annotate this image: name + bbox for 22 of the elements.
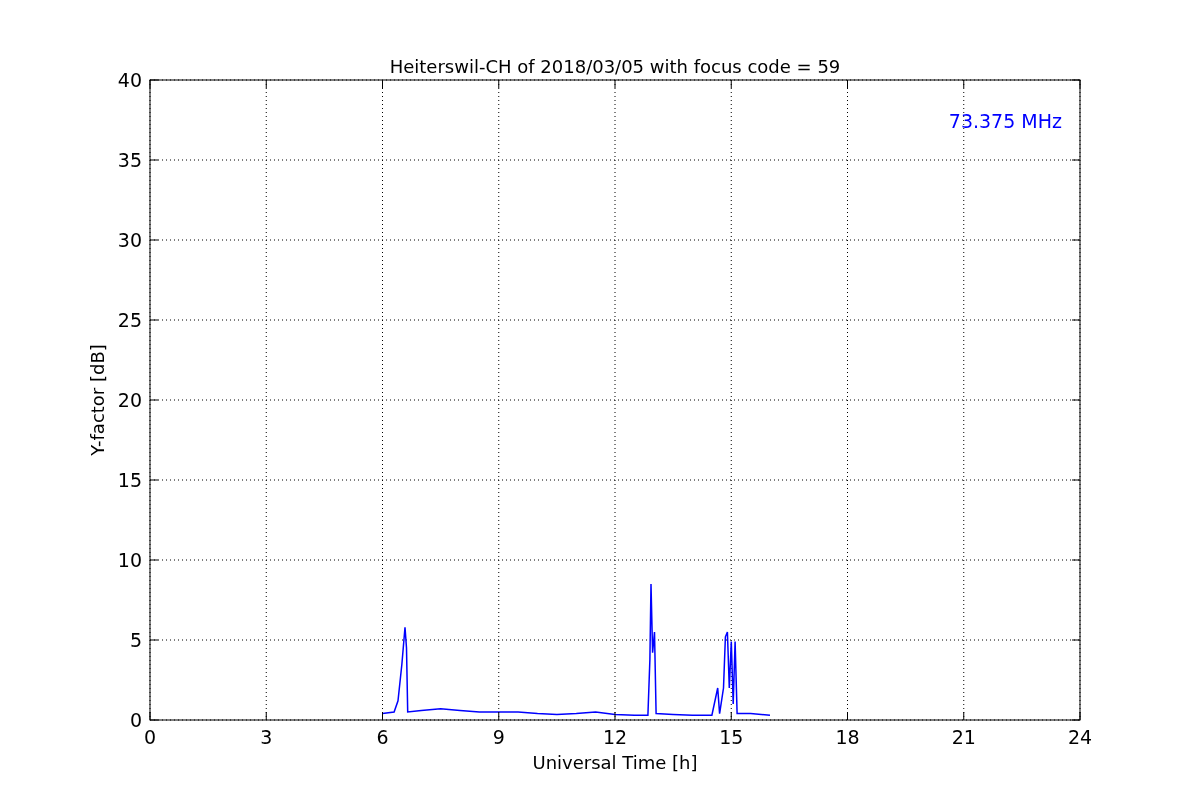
tick-label: 35 <box>117 149 142 171</box>
chart-title: Heiterswil-CH of 2018/03/05 with focus code = 59 <box>389 56 841 77</box>
tick-label: 40 <box>117 69 142 91</box>
tick-label: 24 <box>1067 726 1093 748</box>
tick-label: 15 <box>719 726 744 748</box>
tick-label: 20 <box>117 389 142 411</box>
tick-label: 10 <box>117 549 142 571</box>
tick-label: 5 <box>129 629 142 651</box>
tick-label: 30 <box>117 229 142 251</box>
y-axis-title: Y-factor [dB] <box>87 344 108 456</box>
tick-label: 9 <box>492 726 505 748</box>
tick-label: 0 <box>129 709 142 731</box>
tick-label: 3 <box>260 726 273 748</box>
tick-label: 15 <box>117 469 142 491</box>
x-axis-title: Universal Time [h] <box>532 752 698 773</box>
tick-label: 0 <box>143 726 157 748</box>
tick-label: 25 <box>117 309 142 331</box>
tick-label: 18 <box>835 726 860 748</box>
tick-label: 6 <box>376 726 389 748</box>
tick-label: 12 <box>602 726 628 748</box>
series-label: 73.375 MHz <box>948 110 1062 132</box>
tick-label: 21 <box>951 726 976 748</box>
